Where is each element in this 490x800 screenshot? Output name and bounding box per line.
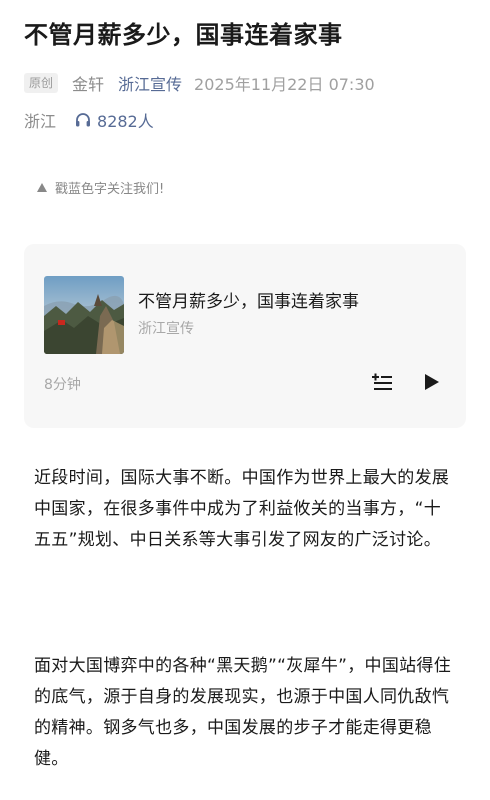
- audio-thumbnail: [44, 276, 124, 354]
- account-link[interactable]: 浙江宣传: [118, 71, 182, 95]
- article-paragraph-2: 面对大国博弈中的各种“黑天鹅”“灰犀牛”，中国站得住的底气，源于自身的发展现实，…: [34, 656, 452, 769]
- follow-hint-text: 戳蓝色字关注我们!: [55, 182, 165, 197]
- publish-datetime: 2025年11月22日 07:30: [194, 75, 375, 94]
- location-label: 浙江: [24, 112, 57, 131]
- triangle-up-icon: [37, 183, 47, 192]
- mountain-landscape-image: [44, 276, 124, 354]
- author-name: 金轩: [72, 75, 105, 94]
- audio-title: 不管月薪多少，国事连着家事: [138, 292, 359, 312]
- article-title: 不管月薪多少，国事连着家事: [24, 21, 343, 49]
- article-paragraph-1: 近段时间，国际大事不断。中国作为世界上最大的发展中国家，在很多事件中成为了利益攸…: [34, 468, 450, 550]
- headphones-icon: [76, 113, 91, 127]
- audio-card[interactable]: 不管月薪多少，国事连着家事 浙江宣传 8分钟: [24, 244, 466, 428]
- playlist-add-icon[interactable]: [370, 370, 394, 394]
- original-badge: 原创: [24, 73, 59, 93]
- play-icon[interactable]: [420, 371, 442, 393]
- audio-duration: 8分钟: [44, 377, 81, 393]
- article-meta: 原创 金轩 浙江宣传 2025年11月22日 07:30: [24, 70, 375, 96]
- listener-count[interactable]: 8282人: [97, 108, 154, 132]
- audio-account: 浙江宣传: [138, 321, 194, 337]
- follow-hint: 戳蓝色字关注我们!: [37, 178, 164, 197]
- article-meta-secondary: 浙江 8282人: [24, 107, 154, 133]
